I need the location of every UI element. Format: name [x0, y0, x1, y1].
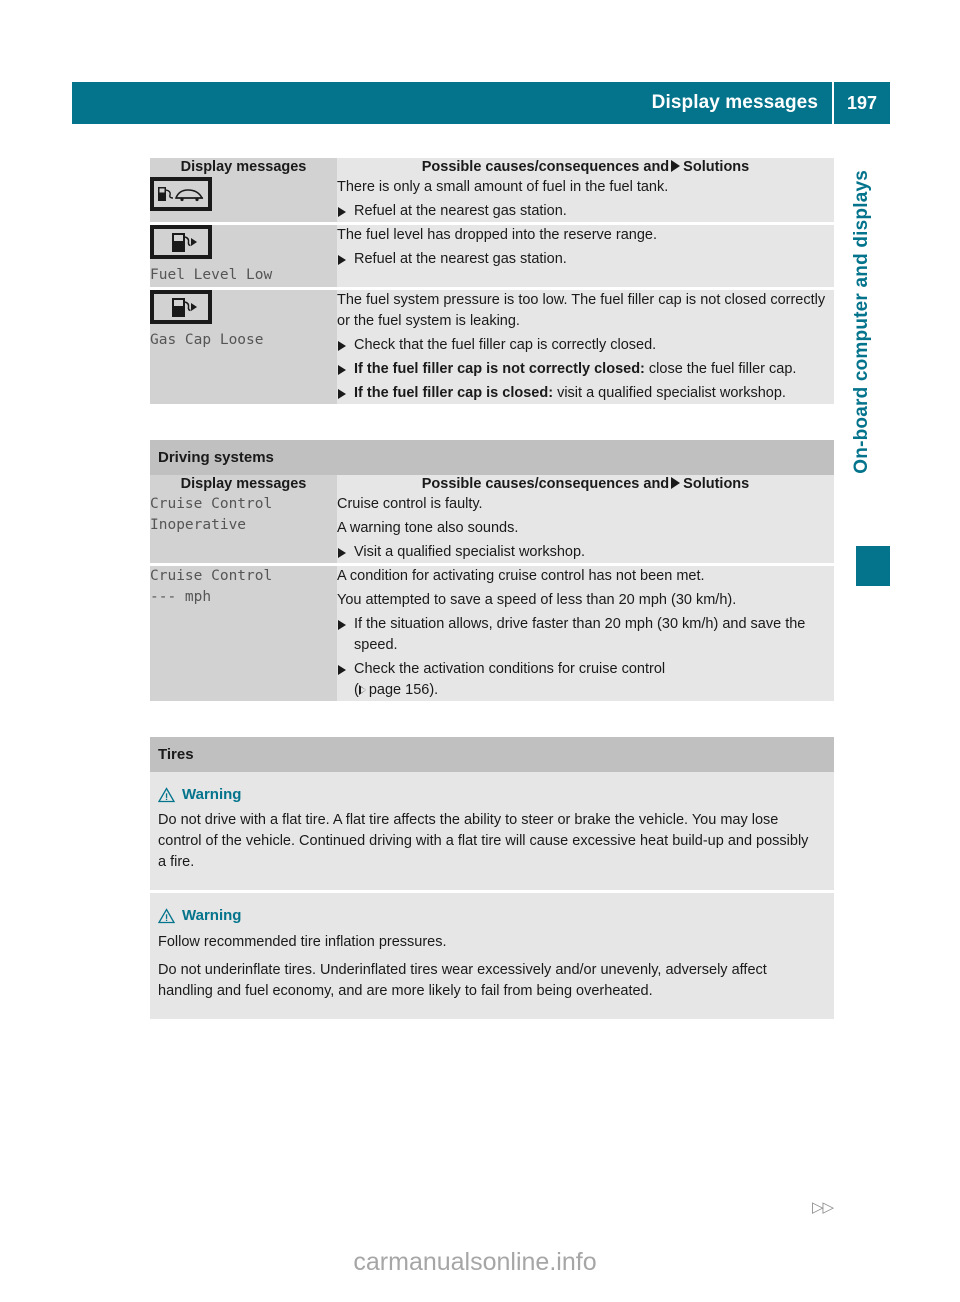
column-header-display-messages: Display messages	[150, 158, 337, 177]
warning-header: Warning	[158, 784, 820, 806]
warning-triangle-icon	[158, 908, 175, 924]
page-content: Display messages Possible causes/consequ…	[150, 158, 834, 1020]
section-header-driving-systems: Driving systems	[150, 439, 834, 475]
column-header-causes-solutions: Possible causes/consequences and Solution…	[337, 474, 834, 494]
cause-text: There is only a small amount of fuel in …	[337, 178, 669, 195]
warning-title: Warning	[182, 907, 242, 925]
column-header-causes-solutions: Possible causes/consequences and Solution…	[337, 158, 834, 177]
solution-bullet-with-reference: Check the activation conditions for crui…	[337, 659, 834, 701]
warning-title: Warning	[182, 785, 242, 803]
warning-triangle-icon	[158, 786, 175, 802]
solution-bullet: If the fuel filler cap is not correctly …	[337, 359, 834, 380]
continuation-marker: ▷▷	[812, 1199, 834, 1216]
solution-bullet-text: close the fuel filler cap.	[648, 360, 797, 377]
message-icon-cell	[150, 176, 337, 224]
message-detail-cell: A condition for activating cruise contro…	[337, 562, 834, 701]
solution-bullet: If the fuel filler cap is closed: visit …	[337, 383, 834, 404]
table-row: Gas Cap Loose The fuel system pressure i…	[150, 286, 834, 404]
warning-body: Do not underinflate tires. Underinflated…	[158, 962, 767, 1000]
warning-block: Warning Follow recommended tire inflatio…	[150, 890, 834, 1020]
solution-bullet-lead: If the fuel filler cap is not correctly …	[354, 360, 645, 377]
page-header-bar: Display messages 197	[72, 82, 890, 124]
message-code-text: Cruise Control Inoperative	[150, 495, 273, 534]
warning-body: Follow recommended tire inflation pressu…	[158, 934, 447, 951]
fuel-pump-arrow-icon	[150, 224, 212, 259]
solution-bullet: Refuel at the nearest gas station.	[337, 249, 834, 270]
message-code-text: Gas Cap Loose	[150, 331, 264, 348]
page-title: Display messages	[651, 92, 818, 113]
page-reference-triangle-icon	[358, 684, 366, 695]
site-watermark: carmanualsonline.info	[353, 1248, 597, 1276]
solution-bullet: Visit a qualified specialist workshop.	[337, 542, 834, 563]
column-header-causes-text: Possible causes/consequences and	[421, 475, 670, 492]
column-header-solutions-text: Solutions	[683, 159, 750, 175]
cause-text: You attempted to save a speed of less th…	[337, 591, 737, 608]
message-code-text: Fuel Level Low	[150, 266, 273, 283]
table-row: Fuel Level Low The fuel level has droppe…	[150, 221, 834, 289]
message-detail-cell: Cruise control is faulty. A warning tone…	[337, 493, 834, 565]
chapter-tab-marker	[856, 546, 890, 586]
cause-text: A warning tone also sounds.	[337, 519, 519, 536]
table-row: Cruise Control Inoperative Cruise contro…	[150, 493, 834, 565]
solid-triangle-icon	[671, 160, 681, 172]
solution-bullet-text: Check the activation conditions for crui…	[354, 660, 666, 677]
solid-triangle-icon	[671, 476, 681, 489]
cause-text: A condition for activating cruise contro…	[337, 567, 705, 584]
warning-body: Do not drive with a flat tire. A flat ti…	[158, 812, 809, 871]
fuel-messages-table: Display messages Possible causes/consequ…	[150, 158, 834, 404]
solution-bullet-lead: If the fuel filler cap is closed:	[354, 384, 554, 401]
table-row: Cruise Control --- mph A condition for a…	[150, 562, 834, 701]
chapter-side-label: On-board computer and displays	[842, 170, 882, 560]
table-row: There is only a small amount of fuel in …	[150, 176, 834, 224]
message-icon-cell: Fuel Level Low	[150, 221, 337, 289]
page-reference-text: page 156	[368, 681, 430, 698]
page-reference-close: ).	[429, 681, 439, 698]
message-icon-cell: Gas Cap Loose	[150, 286, 337, 404]
message-detail-cell: There is only a small amount of fuel in …	[337, 176, 834, 224]
driving-systems-table: Display messages Possible causes/consequ…	[150, 474, 834, 701]
message-code-text: Cruise Control --- mph	[150, 567, 273, 606]
message-detail-cell: The fuel system pressure is too low. The…	[337, 286, 834, 404]
message-code-cell: Cruise Control Inoperative	[150, 493, 337, 565]
column-header-causes-text: Possible causes/consequences and	[421, 159, 670, 175]
cause-text: The fuel system pressure is too low. The…	[337, 291, 826, 329]
cause-text: Cruise control is faulty.	[337, 495, 483, 512]
table-header-row: Display messages Possible causes/consequ…	[150, 158, 834, 177]
message-code-cell: Cruise Control --- mph	[150, 562, 337, 701]
cause-text: The fuel level has dropped into the rese…	[337, 226, 658, 243]
solution-bullet-text: visit a qualified specialist workshop.	[557, 384, 786, 401]
fuel-pump-car-icon	[150, 176, 212, 211]
column-header-display-messages: Display messages	[150, 474, 337, 494]
section-header-tires: Tires	[150, 736, 834, 772]
solution-bullet: If the situation allows, drive faster th…	[337, 614, 834, 656]
message-detail-cell: The fuel level has dropped into the rese…	[337, 221, 834, 289]
page-reference[interactable]: (page 156).	[354, 680, 438, 701]
chapter-side-label-text: On-board computer and displays	[851, 170, 872, 474]
warning-header: Warning	[158, 905, 820, 927]
warning-block: Warning Do not drive with a flat tire. A…	[150, 771, 834, 891]
solution-bullet: Check that the fuel filler cap is correc…	[337, 335, 834, 356]
column-header-solutions-text: Solutions	[683, 475, 750, 492]
table-header-row: Display messages Possible causes/consequ…	[150, 474, 834, 494]
fuel-pump-arrow-icon	[150, 289, 212, 324]
solution-bullet: Refuel at the nearest gas station.	[337, 201, 834, 222]
page-number: 197	[846, 92, 878, 113]
